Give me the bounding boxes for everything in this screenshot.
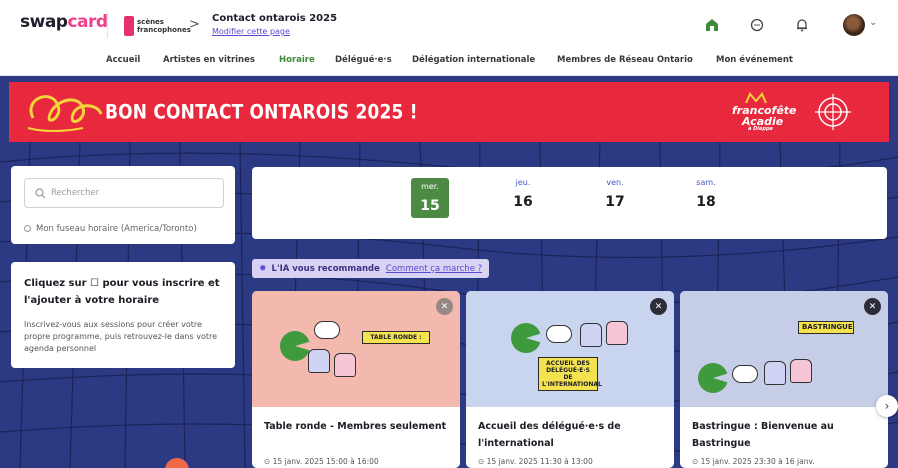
session-image: TABLE RONDE :: [252, 291, 460, 407]
session-card[interactable]: ACCUEIL DES DÉLÉGUÉ·E·S DE L'INTERNATION…: [466, 291, 674, 468]
search-placeholder: Rechercher: [51, 188, 100, 198]
session-tag: ACCUEIL DES DÉLÉGUÉ·E·S DE L'INTERNATION…: [538, 357, 602, 391]
chevron-down-icon[interactable]: ⌄: [869, 17, 877, 28]
close-icon[interactable]: ✕: [650, 298, 667, 315]
breadcrumb-chevron-icon: >: [189, 17, 200, 32]
session-image: ACCUEIL DES DÉLÉGUÉ·E·S DE L'INTERNATION…: [466, 291, 674, 407]
session-time: ⊙ 15 janv. 2025 23:30 à 16 janv.: [692, 457, 815, 466]
session-title: Table ronde - Membres seulement: [264, 421, 447, 432]
info-title: Cliquez sur ☐ pour vous inscrire et l'aj…: [24, 278, 220, 306]
session-card[interactable]: TABLE RONDE : ✕ Table ronde - Membres se…: [252, 291, 460, 468]
day-tab-fri[interactable]: ven. 17: [596, 178, 634, 210]
radio-icon[interactable]: [24, 225, 31, 232]
ghost-icon: [764, 361, 786, 385]
session-tag: BASTRINGUE: [798, 321, 854, 334]
squiggle-icon: [27, 95, 103, 132]
date-selector: [252, 167, 887, 239]
ai-recommend-bar: ✸ L'IA vous recommande Comment ça marche…: [252, 259, 490, 278]
session-card[interactable]: BASTRINGUE ✕ Bastringue : Bienvenue au B…: [680, 291, 888, 468]
nav-item-delegation-internationale[interactable]: Délégation internationale: [412, 55, 535, 65]
ghost-icon: [606, 321, 628, 345]
ghost-icon: [334, 353, 356, 377]
logo-pill: [732, 365, 758, 383]
edit-page-link[interactable]: Modifier cette page: [212, 27, 290, 36]
banner-title: BON CONTACT ONTAROIS 2025 !: [105, 101, 418, 124]
day-tab-wed[interactable]: mer. 15: [411, 178, 449, 218]
info-body: Inscrivez-vous aux sessions pour créer v…: [24, 320, 218, 353]
day-tab-sat[interactable]: sam. 18: [687, 178, 725, 210]
target-logo-icon: [815, 94, 851, 130]
event-banner: BON CONTACT ONTAROIS 2025 ! francofête A…: [9, 82, 889, 142]
ghost-icon: [308, 349, 330, 373]
user-avatar[interactable]: [843, 14, 865, 36]
bell-icon[interactable]: [791, 14, 813, 36]
home-icon[interactable]: [701, 14, 723, 36]
org-logo[interactable]: scènes francophones: [124, 16, 191, 36]
ai-how-it-works-link[interactable]: Comment ça marche ?: [386, 264, 482, 274]
nav-item-horaire[interactable]: Horaire: [279, 55, 315, 65]
session-time: ⊙ 15 janv. 2025 11:30 à 13:00: [478, 457, 593, 466]
search-icon: [35, 188, 46, 199]
top-bar: swapcard scènes francophones > Contact o…: [0, 0, 898, 76]
close-icon[interactable]: ✕: [864, 298, 881, 315]
sparkle-icon: ✸: [259, 263, 267, 274]
pacman-icon: [280, 331, 310, 361]
nav-item-mon-evenement[interactable]: Mon événement: [716, 55, 793, 65]
nav-item-artistes[interactable]: Artistes en vitrines: [163, 55, 255, 65]
francofete-logo: francofête Acadie à Dieppe: [728, 92, 797, 136]
event-title: Contact ontarois 2025: [212, 13, 338, 24]
pacman-icon: [511, 323, 541, 353]
nav-item-membres[interactable]: Membres de Réseau Ontario: [557, 55, 693, 65]
main-nav: Accueil Artistes en vitrines Horaire Dél…: [0, 52, 898, 70]
logo-pill: [546, 325, 572, 343]
nav-item-accueil[interactable]: Accueil: [106, 55, 140, 65]
timezone-toggle[interactable]: Mon fuseau horaire (America/Toronto): [24, 224, 197, 234]
pacman-icon: [698, 363, 728, 393]
ghost-icon: [790, 359, 812, 383]
session-title: Bastringue : Bienvenue au Bastringue: [692, 421, 834, 449]
session-time: ⊙ 15 janv. 2025 15:00 à 16:00: [264, 457, 379, 466]
chat-icon[interactable]: [746, 14, 768, 36]
swapcard-logo[interactable]: swapcard: [20, 12, 108, 32]
logo-pill: [314, 321, 340, 339]
ghost-icon: [580, 323, 602, 347]
timezone-label: Mon fuseau horaire (America/Toronto): [36, 224, 197, 234]
session-title: Accueil des délégué·e·s de l'internation…: [478, 421, 621, 449]
ai-recommend-label: L'IA vous recommande: [271, 263, 380, 274]
carousel-next-button[interactable]: ›: [876, 395, 898, 417]
session-tag: TABLE RONDE :: [362, 331, 430, 344]
divider: [107, 12, 108, 38]
session-image: BASTRINGUE: [680, 291, 888, 407]
close-icon[interactable]: ✕: [436, 298, 453, 315]
nav-item-delegues[interactable]: Délégué·e·s: [335, 55, 392, 65]
day-tab-thu[interactable]: jeu. 16: [504, 178, 542, 210]
search-input[interactable]: Rechercher: [24, 178, 224, 208]
